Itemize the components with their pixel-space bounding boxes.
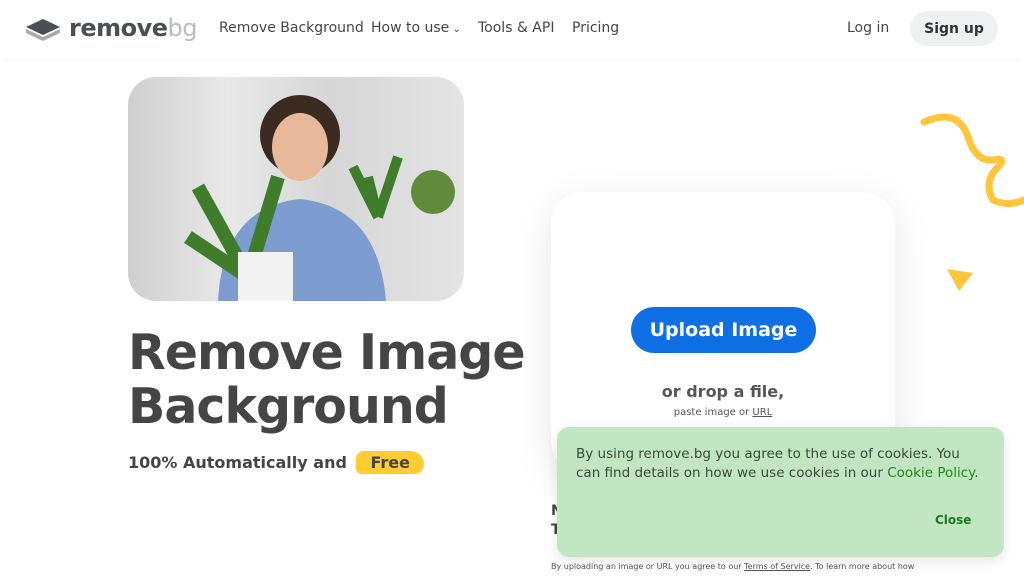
nav-label: How to use <box>371 20 450 36</box>
logo-text: removebg <box>69 14 198 42</box>
terms-link[interactable]: Terms of Service <box>744 562 810 571</box>
free-badge: Free <box>356 451 424 474</box>
upload-image-button[interactable]: Upload Image <box>631 307 816 353</box>
squiggle-decoration <box>920 113 1024 207</box>
cookie-banner: By using remove.bg you agree to the use … <box>557 427 1004 557</box>
close-button[interactable]: Close <box>935 513 971 527</box>
triangle-decoration <box>947 269 973 291</box>
cookie-text: By using remove.bg you agree to the use … <box>576 446 979 481</box>
signup-button[interactable]: Sign up <box>910 11 998 46</box>
nav-tools-api[interactable]: Tools & API <box>478 20 554 36</box>
logo[interactable]: removebg <box>25 14 198 42</box>
nav-remove-background[interactable]: Remove Background <box>219 20 364 36</box>
hero-subtitle: 100% Automatically and Free <box>128 451 424 474</box>
hero-image <box>128 77 464 301</box>
chevron-down-icon: ⌄ <box>449 24 461 35</box>
login-link[interactable]: Log in <box>847 20 889 36</box>
url-link[interactable]: URL <box>752 407 772 418</box>
logo-icon <box>26 19 60 41</box>
hero-title: Remove Image Background <box>128 324 526 435</box>
nav-pricing[interactable]: Pricing <box>572 20 619 36</box>
top-nav: removebg Remove Background How to use ⌄ … <box>0 0 1024 58</box>
cookie-policy-link[interactable]: Cookie Policy <box>887 465 974 481</box>
nav-how-to-use[interactable]: How to use ⌄ <box>371 20 461 36</box>
drop-file-text: or drop a file, <box>661 382 785 401</box>
paste-text: paste image or URL <box>673 407 773 418</box>
terms-notice: By uploading an image or URL you agree t… <box>551 562 915 571</box>
